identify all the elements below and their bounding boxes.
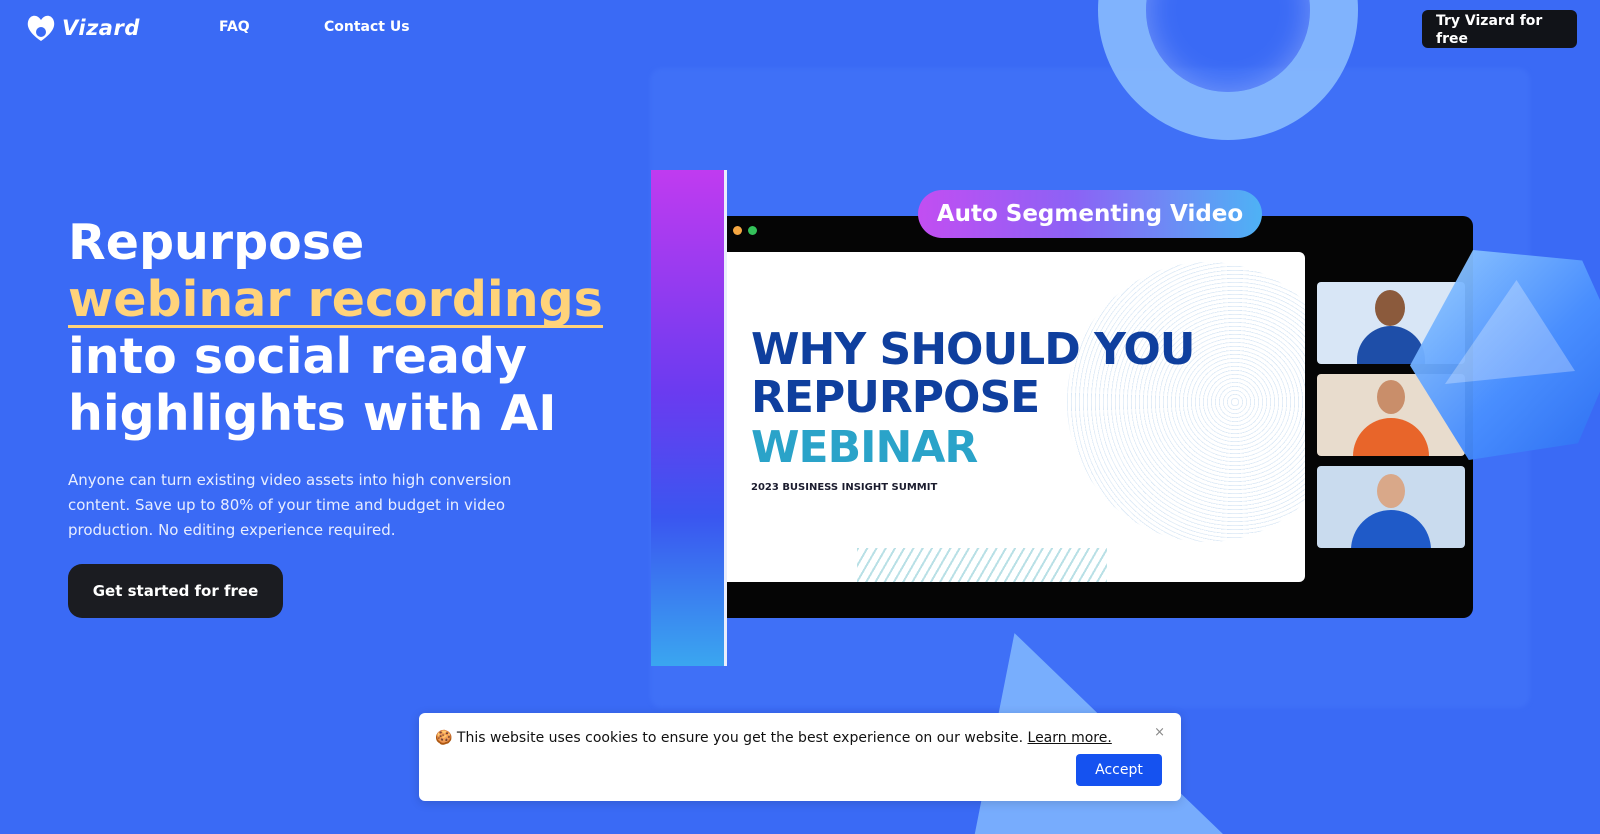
video-frame: WHY SHOULD YOU REPURPOSE WEBINAR 2023 BU… xyxy=(727,216,1473,618)
window-dot-green xyxy=(748,226,757,235)
webinar-slide: WHY SHOULD YOU REPURPOSE WEBINAR 2023 BU… xyxy=(727,252,1305,582)
person-head xyxy=(1375,290,1405,326)
hero-title-line4: highlights with AI xyxy=(68,385,557,442)
learn-more-link[interactable]: Learn more. xyxy=(1028,730,1112,746)
accept-button[interactable]: Accept xyxy=(1076,754,1162,786)
site-header: Vizard FAQ Contact Us Try Vizard for fre… xyxy=(0,0,1600,58)
video-side-strip xyxy=(651,170,727,666)
window-dot-orange xyxy=(733,226,742,235)
cookie-icon: 🍪 xyxy=(435,730,453,746)
cookie-banner: 🍪 This website uses cookies to ensure yo… xyxy=(419,713,1181,801)
person-body xyxy=(1353,418,1429,456)
person-head xyxy=(1377,380,1405,414)
hero-description: Anyone can turn existing video assets in… xyxy=(68,471,512,539)
hero-title-line1: Repurpose xyxy=(68,214,365,271)
person-body xyxy=(1351,510,1431,548)
hero-title-highlight: webinar recordings xyxy=(68,271,603,328)
slide-line-3: WEBINAR xyxy=(751,422,978,473)
slide-stripes xyxy=(857,548,1107,582)
logo-heart-icon xyxy=(26,14,56,42)
cookie-text: This website uses cookies to ensure you … xyxy=(456,730,1024,746)
slide-line-2: REPURPOSE xyxy=(751,372,1040,423)
nav-faq[interactable]: FAQ xyxy=(219,19,250,35)
logo[interactable]: Vizard xyxy=(26,14,140,42)
try-vizard-button[interactable]: Try Vizard for free xyxy=(1422,10,1577,48)
hero-title-line3: into social ready xyxy=(68,328,527,385)
auto-segmenting-badge: Auto Segmenting Video xyxy=(918,190,1262,238)
get-started-button[interactable]: Get started for free xyxy=(68,564,283,618)
hero-title: Repurpose webinar recordings into social… xyxy=(68,214,628,442)
wave-graphic xyxy=(1067,262,1305,542)
brand-name: Vizard xyxy=(62,16,140,40)
slide-line-1: WHY SHOULD YOU xyxy=(751,324,1195,375)
participant-thumb-3[interactable] xyxy=(1317,466,1465,548)
close-icon[interactable]: × xyxy=(1154,725,1165,740)
nav-contact-us[interactable]: Contact Us xyxy=(324,19,410,35)
slide-subtitle: 2023 BUSINESS INSIGHT SUMMIT xyxy=(751,482,938,493)
person-head xyxy=(1377,474,1405,508)
cookie-message: 🍪 This website uses cookies to ensure yo… xyxy=(435,730,1112,746)
